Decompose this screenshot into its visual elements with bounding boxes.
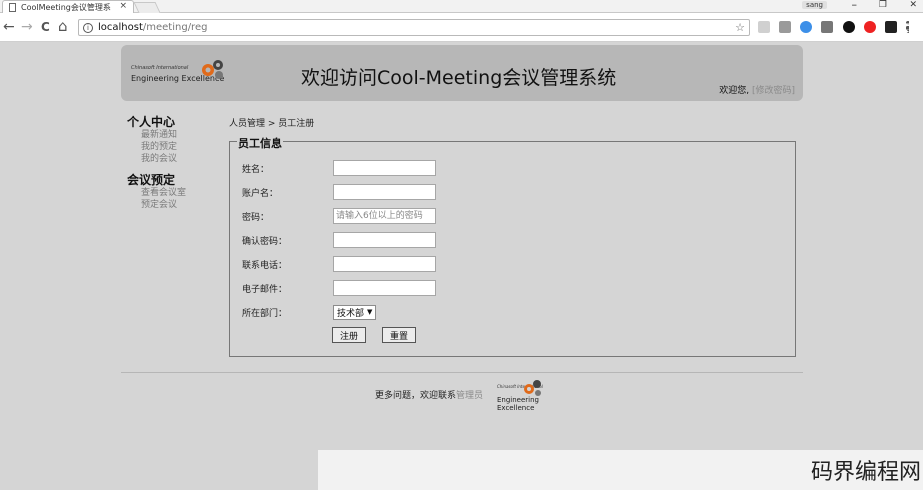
phone-input[interactable]	[333, 256, 436, 272]
reset-button[interactable]: 重置	[382, 327, 417, 343]
info-icon[interactable]: i	[83, 22, 93, 33]
password-input[interactable]	[333, 208, 436, 224]
opera-icon[interactable]	[843, 21, 855, 33]
email-label: 电子邮件：	[242, 284, 288, 295]
profile-chip[interactable]: sang	[802, 1, 827, 9]
sidebar-item-my-bookings[interactable]: 我的预定	[127, 141, 222, 153]
footer-divider	[121, 372, 803, 373]
account-input[interactable]	[333, 184, 436, 200]
form-legend: 员工信息	[237, 135, 283, 151]
footer-text: 更多问题，欢迎联系管理员	[375, 391, 484, 401]
account-row: 账户名：	[242, 184, 742, 200]
window-close-icon[interactable]: ✕	[909, 0, 917, 10]
opera-red-icon[interactable]	[864, 21, 876, 33]
name-label: 姓名：	[242, 164, 270, 175]
gears-icon	[524, 380, 541, 396]
extension-icon[interactable]	[821, 21, 833, 33]
confirm-password-label: 确认密码：	[242, 236, 288, 247]
dept-label: 所在部门：	[242, 308, 288, 319]
footer-logo: Chinasoft International Engineering Exce…	[497, 378, 547, 412]
confirm-password-input[interactable]	[333, 232, 436, 248]
site-title: 欢迎访问Cool-Meeting会议管理系统	[301, 67, 617, 89]
company-logo: Chinasoft International Engineering Exce…	[131, 60, 225, 89]
register-button[interactable]: 注册	[332, 327, 367, 343]
email-row: 电子邮件：	[242, 280, 742, 296]
home-icon[interactable]: ⌂	[58, 17, 68, 35]
caret-down-icon: ▼	[367, 308, 373, 316]
menu-icon[interactable]	[906, 21, 910, 33]
restore-icon[interactable]: ❐	[879, 0, 887, 10]
tab-title: CoolMeeting会议管理系	[21, 2, 111, 12]
reload-icon[interactable]: C	[41, 20, 50, 34]
name-row: 姓名：	[242, 160, 742, 176]
form-actions: 注册 重置	[332, 327, 417, 343]
sidebar-item-my-meetings[interactable]: 我的会议	[127, 153, 222, 165]
confirm-row: 确认密码：	[242, 232, 742, 248]
forward-icon[interactable]: →	[21, 19, 33, 35]
bookmark-star-icon[interactable]: ☆	[735, 21, 745, 34]
extension-icon[interactable]	[758, 21, 770, 33]
extension-icon[interactable]	[885, 21, 897, 33]
admin-link[interactable]: 管理员	[456, 391, 483, 401]
phone-label: 联系电话：	[242, 260, 288, 271]
sidebar-group-personal: 个人中心	[127, 115, 176, 129]
account-label: 账户名：	[242, 188, 279, 199]
name-input[interactable]	[333, 160, 436, 176]
address-bar[interactable]: i localhost/meeting/reg ☆	[78, 19, 750, 36]
url-path: /meeting/reg	[142, 22, 208, 33]
url-host: localhost	[98, 22, 143, 33]
document-icon	[9, 2, 16, 12]
minimize-icon[interactable]: –	[852, 0, 858, 11]
dept-select[interactable]: 技术部 ▼	[333, 304, 377, 320]
employee-form: 员工信息 姓名： 账户名： 密码： 确认密码： 联系电话： 电子邮件： 所在部门…	[229, 135, 796, 357]
drive-icon[interactable]	[800, 21, 812, 33]
site-header: Chinasoft International Engineering Exce…	[121, 45, 803, 101]
gears-icon	[202, 60, 223, 79]
email-input[interactable]	[333, 280, 436, 296]
page: Chinasoft International Engineering Exce…	[0, 42, 923, 490]
change-password-link[interactable]: [修改密码]	[752, 86, 795, 96]
overlay-panel: 码界编程网	[318, 450, 923, 490]
sidebar-group-booking: 会议预定	[127, 173, 176, 187]
browser-toolbar: ← → C ⌂ i localhost/meeting/reg ☆	[0, 13, 923, 42]
password-row: 密码：	[242, 208, 742, 224]
welcome-text: 欢迎您, [修改密码]	[719, 86, 795, 96]
sidebar-item-rooms[interactable]: 查看会议室	[127, 187, 222, 199]
new-tab-button[interactable]	[133, 2, 161, 13]
sidebar-item-book-meeting[interactable]: 预定会议	[127, 199, 222, 211]
back-icon[interactable]: ←	[3, 19, 15, 35]
tab-close-icon[interactable]: ×	[119, 1, 127, 11]
sidebar: 个人中心 最新通知 我的预定 我的会议 会议预定 查看会议室 预定会议	[127, 115, 222, 211]
title-bar: CoolMeeting会议管理系 × sang – ❐ ✕	[0, 0, 923, 13]
sidebar-item-notices[interactable]: 最新通知	[127, 129, 222, 141]
breadcrumb: 人员管理 > 员工注册	[229, 119, 315, 129]
watermark: 码界编程网	[810, 460, 921, 485]
password-label: 密码：	[242, 212, 270, 223]
dept-row: 所在部门： 技术部 ▼	[242, 304, 742, 320]
gmail-icon[interactable]	[779, 21, 791, 33]
browser-tab[interactable]: CoolMeeting会议管理系 ×	[2, 0, 134, 13]
phone-row: 联系电话：	[242, 256, 742, 272]
